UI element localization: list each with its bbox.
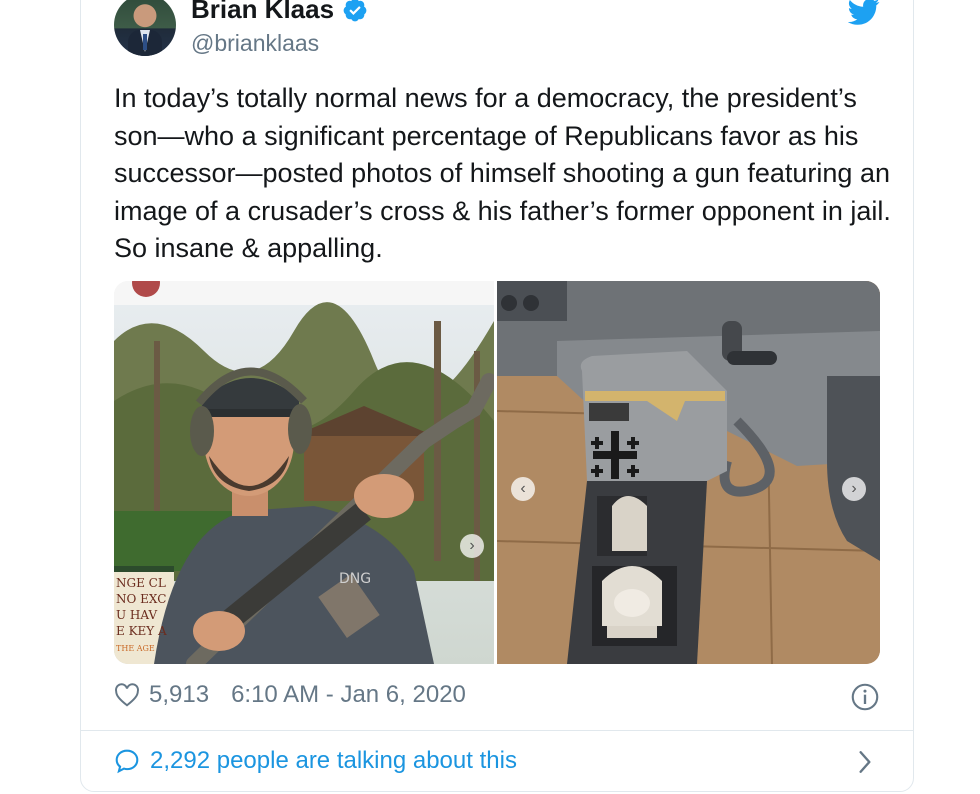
sign-line-2: NO EXC [116,592,166,606]
author-name-row[interactable]: Brian Klaas [191,0,368,25]
tweet-timestamp[interactable]: 6:10 AM - Jan 6, 2020 [231,681,466,709]
photo-man-with-rifle[interactable]: DNG NGE CL NO EXC U HAV E KEY A THE AGE … [114,281,494,664]
twitter-bird-icon[interactable] [848,0,880,26]
author-name[interactable]: Brian Klaas [191,0,334,25]
tweet-meta: 5,913 6:10 AM - Jan 6, 2020 [114,681,466,709]
tweet-media[interactable]: DNG NGE CL NO EXC U HAV E KEY A THE AGE … [114,281,880,664]
sign-line-1: NGE CL [116,576,166,590]
author-handle[interactable]: @brianklaas [191,30,319,57]
sign-line-5: THE AGE [116,644,155,653]
footer-divider [80,730,914,731]
sign-line-4: E KEY A [116,624,167,638]
info-icon[interactable] [851,683,879,711]
chevron-right-icon[interactable] [855,749,875,775]
verified-badge-icon [343,0,367,21]
heart-icon[interactable] [114,683,140,707]
next-photo-button[interactable]: › [842,477,866,501]
photo-rifle-closeup[interactable]: ‹ › [497,281,880,664]
speech-bubble-icon [115,749,139,774]
shirt-text: DNG [339,571,371,587]
tweet-text: In today’s totally normal news for a dem… [114,83,891,263]
conversation-label[interactable]: 2,292 people are talking about this [150,747,517,775]
prev-photo-button[interactable]: ‹ [511,477,535,501]
next-photo-left-button[interactable]: › [460,534,484,558]
conversation-link[interactable]: 2,292 people are talking about this [114,747,517,775]
like-count[interactable]: 5,913 [149,681,209,709]
sign-line-3: U HAV [116,608,157,622]
